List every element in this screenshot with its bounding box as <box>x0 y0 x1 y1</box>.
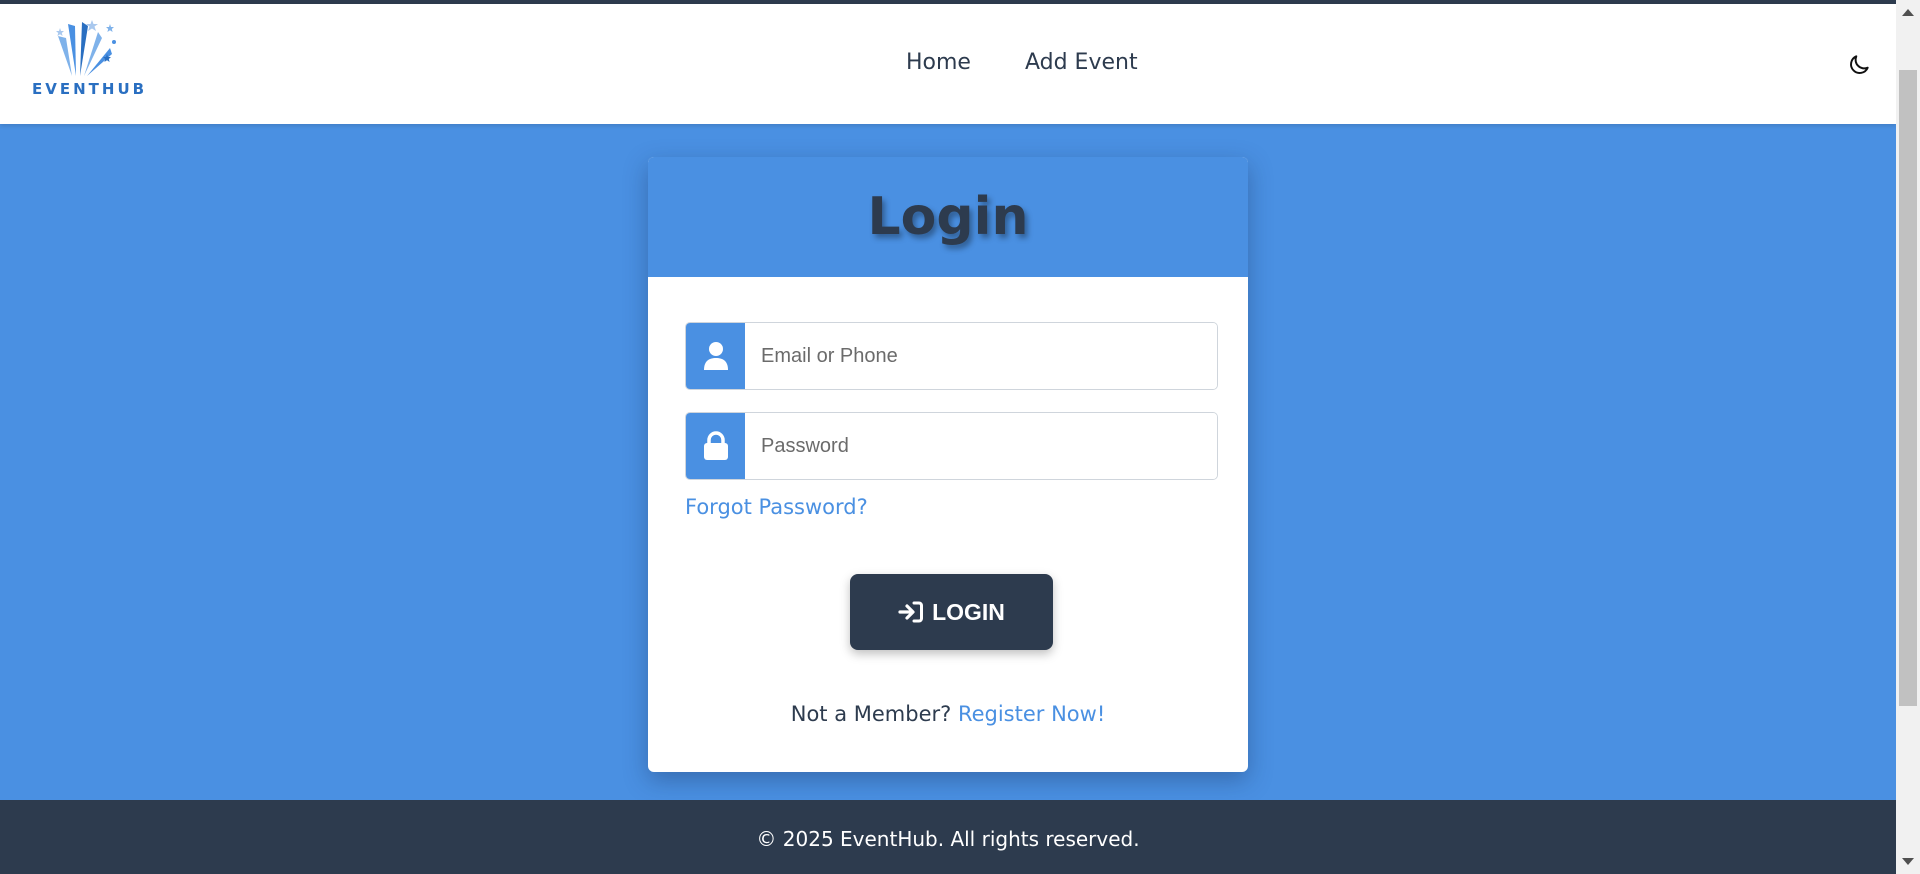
brand-logo[interactable]: EVENTHUB <box>30 14 148 104</box>
lock-icon <box>703 431 728 460</box>
footer: © 2025 EventHub. All rights reserved. <box>0 800 1896 874</box>
navbar: EVENTHUB Home Add Event <box>0 4 1896 124</box>
user-icon <box>703 342 728 370</box>
nav-link-add-event[interactable]: Add Event <box>1025 50 1138 75</box>
login-button-label: LOGIN <box>932 598 1005 625</box>
fireworks-logo-icon <box>56 20 116 76</box>
password-field[interactable] <box>745 413 1217 479</box>
copyright-text: © 2025 EventHub. All rights reserved. <box>756 827 1140 851</box>
brand-name: EVENTHUB <box>32 80 148 98</box>
register-prompt: Not a Member? <box>790 702 958 726</box>
login-card-header: Login <box>648 157 1248 277</box>
scroll-down-arrow-icon[interactable] <box>1902 858 1914 865</box>
login-card: Login Forgot Password? LOGIN Not a M <box>648 157 1248 772</box>
main-nav: Home Add Event <box>906 50 1138 75</box>
scroll-up-arrow-icon[interactable] <box>1902 9 1914 16</box>
email-field[interactable] <box>745 323 1217 389</box>
nav-link-home[interactable]: Home <box>906 50 971 75</box>
login-button[interactable]: LOGIN <box>850 574 1053 650</box>
email-addon <box>686 323 745 389</box>
theme-toggle-button[interactable] <box>1846 52 1872 78</box>
sign-in-icon <box>898 601 924 623</box>
moon-icon <box>1850 55 1869 74</box>
forgot-password-link[interactable]: Forgot Password? <box>685 495 868 519</box>
scrollbar-thumb[interactable] <box>1899 70 1917 706</box>
page-title: Login <box>867 187 1029 247</box>
email-input-group <box>685 322 1218 390</box>
register-prompt-row: Not a Member? Register Now! <box>648 702 1248 726</box>
password-input-group <box>685 412 1218 480</box>
password-addon <box>686 413 745 479</box>
register-link[interactable]: Register Now! <box>958 702 1105 726</box>
vertical-scrollbar[interactable] <box>1896 0 1920 874</box>
